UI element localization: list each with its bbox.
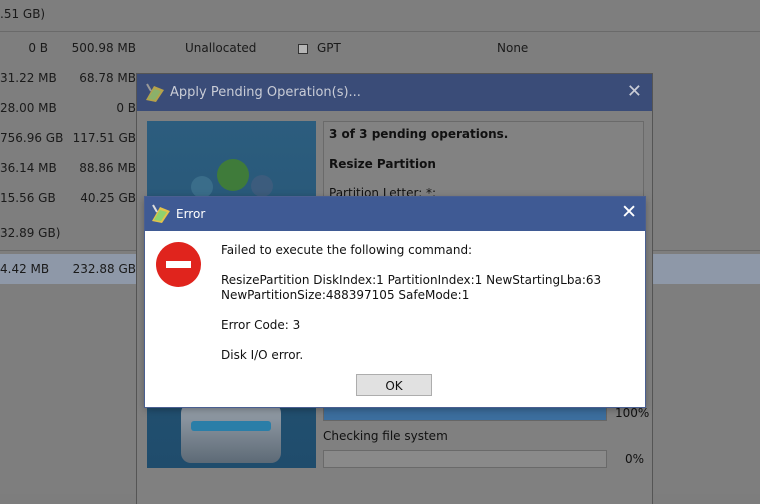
close-icon[interactable]: ✕ (621, 201, 637, 223)
apply-title-bar[interactable]: Apply Pending Operation(s)... ✕ (137, 74, 652, 111)
ok-button[interactable]: OK (356, 374, 432, 396)
unused-cell: 0 B (116, 101, 136, 115)
app-icon (152, 204, 170, 223)
status-cell: None (497, 41, 529, 55)
disk-icon (217, 159, 249, 191)
used-cell: 31.22 MB (0, 71, 57, 85)
pending-count: 3 of 3 pending operations. (329, 127, 509, 141)
used-cell: 4.42 MB (0, 262, 50, 276)
unused-cell: 68.78 MB (79, 71, 136, 85)
error-description: Disk I/O error. (221, 348, 304, 362)
error-stop-icon (156, 242, 201, 287)
used-cell: 36.14 MB (0, 161, 57, 175)
progress-bar-step (323, 450, 607, 468)
unused-cell: 117.51 GB (72, 131, 136, 145)
unused-cell: 500.98 MB (71, 41, 136, 55)
error-title-bar[interactable]: Error ✕ (145, 197, 645, 231)
error-title-text: Error (176, 207, 206, 221)
close-icon[interactable]: ✕ (627, 81, 642, 102)
used-cell: 15.56 GB (0, 191, 56, 205)
chart-icon (251, 175, 273, 197)
apply-title-text: Apply Pending Operation(s)... (170, 85, 361, 100)
divider (0, 31, 760, 32)
error-message-line: Failed to execute the following command: (221, 243, 473, 257)
operation-name: Resize Partition (329, 157, 436, 171)
table-row[interactable]: 0 B 500.98 MB Unallocated GPT None (0, 39, 760, 59)
hard-drive-stripe (191, 421, 271, 431)
disk-size-label: .51 GB) (0, 7, 46, 21)
type-checkbox (298, 44, 308, 54)
hard-drive-icon (181, 403, 281, 463)
progress-percent-step: 0% (625, 452, 645, 466)
error-code: Error Code: 3 (221, 318, 301, 332)
type-cell: GPT (317, 41, 341, 55)
used-cell: 0 B (28, 41, 48, 55)
disk-header-row: .51 GB) (0, 5, 760, 25)
used-cell: 28.00 MB (0, 101, 57, 115)
disk-size-label: 32.89 GB) (0, 226, 61, 240)
error-command-line: ResizePartition DiskIndex:1 PartitionInd… (221, 273, 602, 287)
error-dialog: Error ✕ Failed to execute the following … (145, 197, 645, 407)
step-label: Checking file system (323, 429, 448, 443)
tools-icon (191, 176, 213, 198)
app-icon (146, 83, 164, 102)
unused-cell: 232.88 GB (72, 262, 136, 276)
unused-cell: 40.25 GB (80, 191, 136, 205)
filesystem-cell: Unallocated (185, 41, 257, 55)
error-icon-bar (166, 261, 191, 268)
used-cell: 756.96 GB (0, 131, 64, 145)
error-command-line: NewPartitionSize:488397105 SafeMode:1 (221, 288, 470, 302)
unused-cell: 88.86 MB (79, 161, 136, 175)
progress-percent-overall: 100% (615, 406, 650, 420)
